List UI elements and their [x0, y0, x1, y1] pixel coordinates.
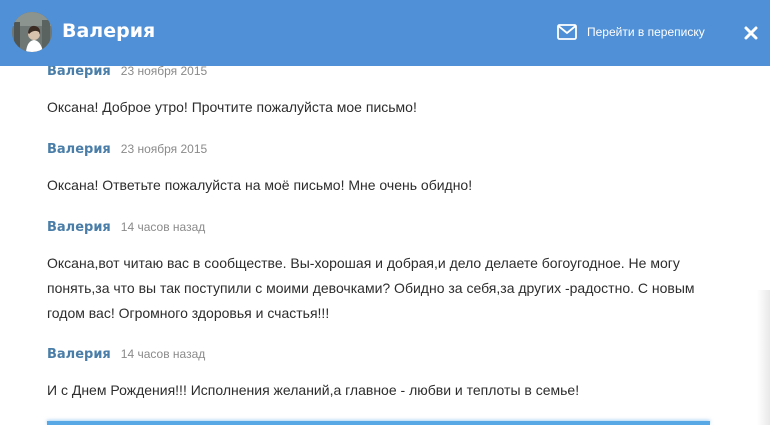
- message-author[interactable]: Валерия: [47, 220, 111, 235]
- message-meta: Валерия 14 часов назад: [47, 347, 707, 365]
- reply-input-border[interactable]: [47, 421, 710, 425]
- message-text: Оксана! Доброе утро! Прочтите пожалуйста…: [47, 99, 417, 115]
- message-item: Валерия 14 часов назад Оксана,вот читаю …: [47, 220, 707, 326]
- close-button[interactable]: [740, 22, 762, 44]
- message-author[interactable]: Валерия: [47, 347, 111, 362]
- message-item: Валерия 23 ноября 2015 Оксана! Доброе ут…: [47, 66, 707, 120]
- message-author[interactable]: Валерия: [47, 142, 111, 157]
- message-item: Валерия 14 часов назад И с Днем Рождения…: [47, 347, 707, 403]
- avatar-photo: [12, 12, 52, 52]
- scroll-edge-shadow: [757, 290, 770, 425]
- message-meta: Валерия 14 часов назад: [47, 220, 707, 238]
- message-text: И с Днем Рождения!!! Исполнения желаний,…: [47, 382, 580, 398]
- message-text: Оксана! Ответьте пожалуйста на моё письм…: [47, 177, 473, 193]
- chat-header: Валерия Перейти в переписку: [0, 0, 770, 66]
- goto-conversation-label: Перейти в переписку: [587, 25, 705, 39]
- message-meta: Валерия 23 ноября 2015: [47, 142, 707, 160]
- message-text: Оксана,вот читаю вас в сообществе. Вы-хо…: [47, 255, 695, 321]
- message-author[interactable]: Валерия: [47, 66, 111, 79]
- message-date: 23 ноября 2015: [120, 66, 208, 78]
- message-item: Валерия 23 ноября 2015 Оксана! Ответьте …: [47, 142, 707, 198]
- message-meta: Валерия 23 ноября 2015: [47, 66, 707, 82]
- contact-name[interactable]: Валерия: [62, 19, 155, 43]
- envelope-icon: [557, 24, 577, 40]
- avatar[interactable]: [12, 12, 52, 52]
- close-icon: [744, 26, 758, 40]
- message-date: 23 ноября 2015: [120, 142, 208, 156]
- message-date: 14 часов назад: [120, 347, 206, 361]
- goto-conversation-button[interactable]: Перейти в переписку: [557, 21, 705, 43]
- message-list[interactable]: Валерия 23 ноября 2015 Оксана! Доброе ут…: [0, 66, 770, 425]
- message-date: 14 часов назад: [120, 220, 206, 234]
